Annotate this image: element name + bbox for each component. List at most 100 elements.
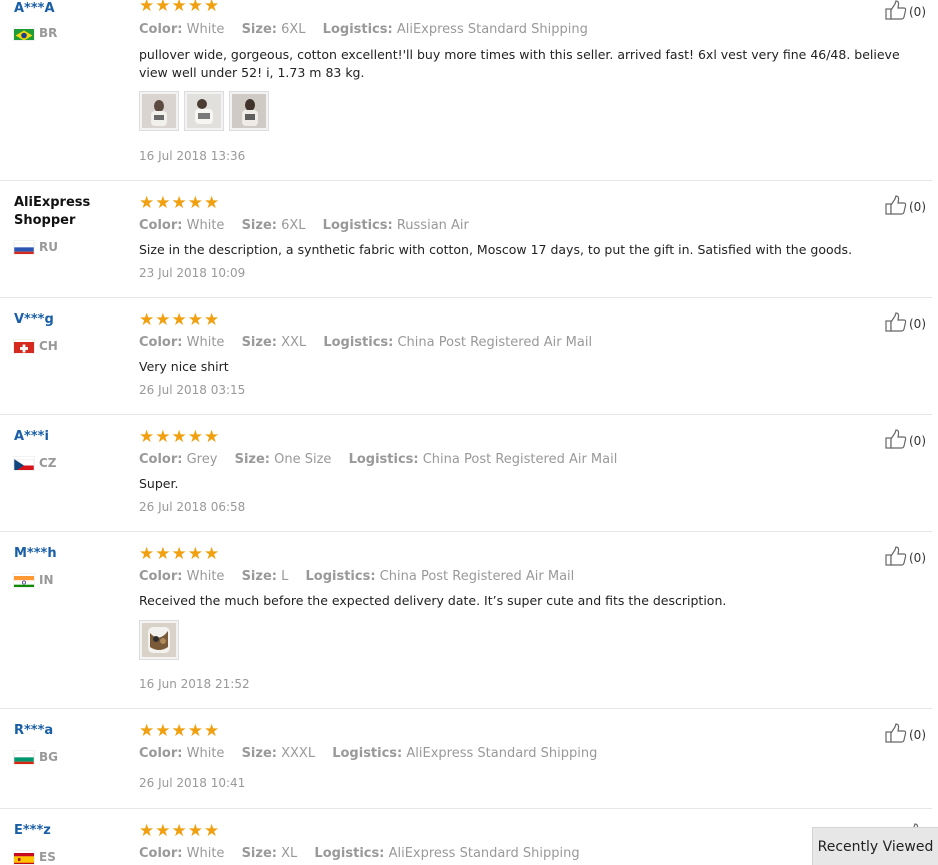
size-label: Size: bbox=[241, 335, 277, 350]
review-date: 26 Jul 2018 06:58 bbox=[139, 500, 246, 514]
star-icon: ★ bbox=[187, 821, 203, 841]
star-icon: ★ bbox=[204, 821, 220, 841]
country-code: CH bbox=[39, 339, 58, 353]
star-icon: ★ bbox=[139, 193, 155, 213]
recently-viewed-button[interactable]: Recently Viewed bbox=[812, 827, 938, 865]
size-label: Size: bbox=[241, 746, 277, 761]
size-label: Size: bbox=[241, 218, 277, 233]
flag-bg-icon bbox=[14, 751, 34, 764]
reviewer-name[interactable]: E***z bbox=[14, 822, 114, 840]
review-item: M***h IN ★ ★ ★ ★ ★ Color: White Size: L Logi… bbox=[0, 532, 932, 709]
country-code: IN bbox=[39, 573, 54, 587]
logistics-label: Logistics: bbox=[332, 746, 403, 761]
reviewer-name[interactable]: M***h bbox=[14, 545, 114, 563]
helpful-button[interactable]: (0) bbox=[885, 0, 926, 23]
order-attributes: Color: Grey Size: One Size Logistics: Ch… bbox=[139, 452, 630, 468]
review-photo-thumbnail[interactable] bbox=[139, 91, 179, 131]
review-text: Super. bbox=[139, 476, 179, 491]
review-date: 26 Jul 2018 03:15 bbox=[139, 383, 246, 397]
review-item: A***A BR ★ ★ ★ ★ ★ Color: White Size: 6XL Lo… bbox=[0, 0, 932, 181]
star-icon: ★ bbox=[139, 0, 155, 16]
helpful-button[interactable]: (0) bbox=[885, 429, 926, 452]
review-photo-thumbnail[interactable] bbox=[139, 620, 179, 660]
size-label: Size: bbox=[234, 452, 270, 467]
color-value: White bbox=[186, 335, 225, 350]
review-item: A***i CZ ★ ★ ★ ★ ★ Color: Grey Size: One Siz… bbox=[0, 415, 932, 532]
star-icon: ★ bbox=[155, 427, 171, 447]
review-date: 26 Jul 2018 10:41 bbox=[139, 776, 246, 790]
country-code: BG bbox=[39, 750, 58, 764]
logistics-label: Logistics: bbox=[322, 218, 393, 233]
reviewer-name[interactable]: A***i bbox=[14, 428, 114, 446]
logistics-label: Logistics: bbox=[348, 452, 419, 467]
review-photos bbox=[139, 620, 179, 660]
reviewer-name[interactable]: A***A bbox=[14, 0, 114, 18]
helpful-button[interactable]: (0) bbox=[885, 195, 926, 218]
logistics-value: China Post Registered Air Mail bbox=[422, 452, 618, 467]
color-value: White bbox=[186, 218, 225, 233]
thumbs-up-icon bbox=[885, 546, 907, 569]
color-label: Color: bbox=[139, 569, 183, 584]
logistics-value: China Post Registered Air Mail bbox=[397, 335, 593, 350]
order-attributes: Color: White Size: XXL Logistics: China … bbox=[139, 335, 605, 351]
helpful-button[interactable]: (0) bbox=[885, 723, 926, 746]
country-code: RU bbox=[39, 240, 58, 254]
helpful-button[interactable]: (0) bbox=[885, 312, 926, 335]
color-label: Color: bbox=[139, 335, 183, 350]
star-icon: ★ bbox=[187, 0, 203, 16]
size-value: XXXL bbox=[281, 746, 316, 761]
reviewer-name[interactable]: R***a bbox=[14, 722, 114, 740]
reviewer-country: CZ bbox=[14, 456, 57, 470]
star-icon: ★ bbox=[139, 427, 155, 447]
logistics-value: Russian Air bbox=[396, 218, 469, 233]
color-label: Color: bbox=[139, 452, 183, 467]
size-value: L bbox=[281, 569, 289, 584]
thumbs-up-icon bbox=[885, 195, 907, 218]
logistics-value: AliExpress Standard Shipping bbox=[396, 22, 588, 37]
flag-es-icon bbox=[14, 851, 34, 864]
color-value: Grey bbox=[186, 452, 218, 467]
order-attributes: Color: White Size: 6XL Logistics: Russia… bbox=[139, 218, 482, 234]
reviewer-country: RU bbox=[14, 240, 58, 254]
star-icon: ★ bbox=[204, 721, 220, 741]
star-icon: ★ bbox=[171, 193, 187, 213]
review-photos bbox=[139, 91, 269, 131]
order-attributes: Color: White Size: XXXL Logistics: AliEx… bbox=[139, 746, 610, 762]
helpful-count: (0) bbox=[909, 4, 926, 19]
flag-in-icon bbox=[14, 574, 34, 587]
reviewer-name: AliExpress Shopper bbox=[14, 195, 91, 228]
review-photo-thumbnail[interactable] bbox=[229, 91, 269, 131]
helpful-button[interactable]: (0) bbox=[885, 546, 926, 569]
star-icon: ★ bbox=[155, 821, 171, 841]
reviewer-country: BG bbox=[14, 750, 58, 764]
size-value: XXL bbox=[281, 335, 307, 350]
size-label: Size: bbox=[241, 22, 277, 37]
logistics-label: Logistics: bbox=[305, 569, 376, 584]
size-value: XL bbox=[281, 846, 298, 861]
star-icon: ★ bbox=[155, 193, 171, 213]
helpful-count: (0) bbox=[909, 433, 926, 448]
country-code: CZ bbox=[39, 456, 57, 470]
flag-br-icon bbox=[14, 27, 34, 40]
color-label: Color: bbox=[139, 746, 183, 761]
color-value: White bbox=[186, 22, 225, 37]
thumbs-up-icon bbox=[885, 723, 907, 746]
star-icon: ★ bbox=[171, 0, 187, 16]
color-label: Color: bbox=[139, 846, 183, 861]
country-code: ES bbox=[39, 850, 56, 864]
star-icon: ★ bbox=[139, 310, 155, 330]
size-label: Size: bbox=[241, 569, 277, 584]
star-icon: ★ bbox=[155, 721, 171, 741]
star-rating: ★ ★ ★ ★ ★ bbox=[139, 721, 220, 741]
review-photo-thumbnail[interactable] bbox=[184, 91, 224, 131]
helpful-count: (0) bbox=[909, 316, 926, 331]
order-attributes: Color: White Size: 6XL Logistics: AliExp… bbox=[139, 22, 601, 38]
thumbs-up-icon bbox=[885, 0, 907, 23]
review-text: Very nice shirt bbox=[139, 359, 229, 374]
star-rating: ★ ★ ★ ★ ★ bbox=[139, 0, 219, 16]
review-item: V***g CH ★ ★ ★ ★ ★ Color: White Size: XXL Lo… bbox=[0, 298, 932, 415]
reviewer-name[interactable]: V***g bbox=[14, 311, 114, 329]
star-icon: ★ bbox=[171, 310, 187, 330]
star-icon: ★ bbox=[139, 544, 155, 564]
review-date: 16 Jun 2018 21:52 bbox=[139, 677, 250, 691]
